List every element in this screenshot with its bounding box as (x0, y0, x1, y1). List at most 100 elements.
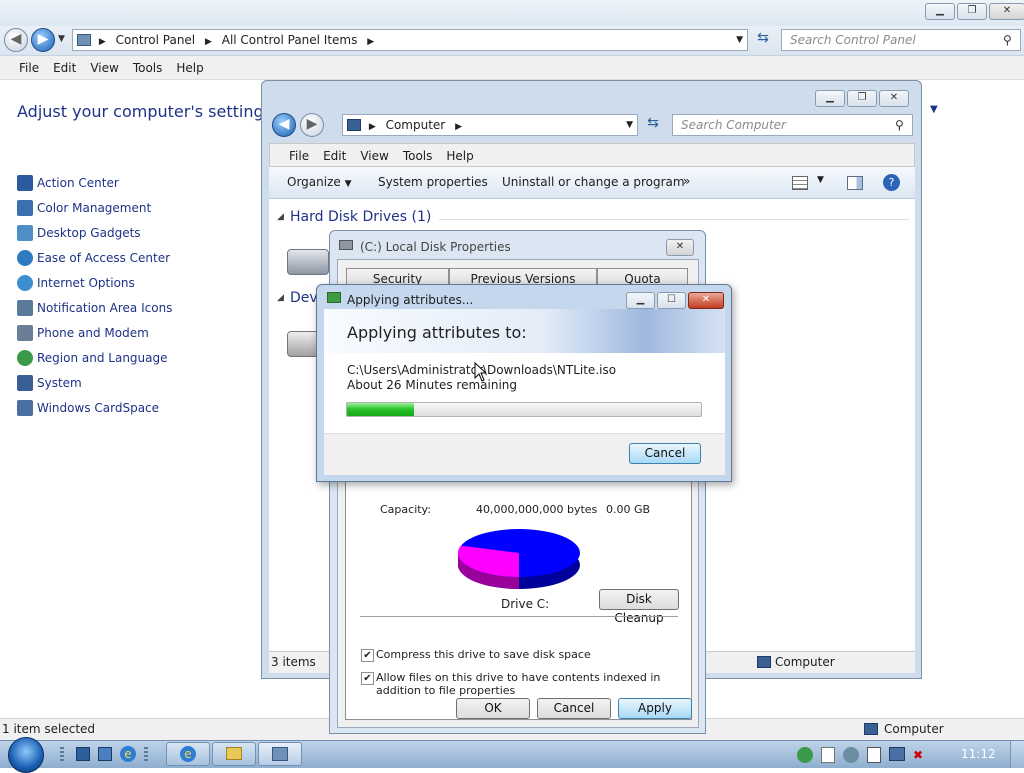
help-icon[interactable]: ? (883, 174, 900, 191)
forward-button[interactable]: ▶ (300, 113, 324, 137)
cancel-button[interactable]: Cancel (537, 698, 611, 719)
group-header-devices[interactable]: Dev (290, 290, 318, 306)
clock[interactable]: 11:12 (961, 747, 996, 761)
collapse-triangle-icon[interactable]: ◢ (277, 293, 284, 303)
breadcrumb-control-panel[interactable]: Control Panel (116, 33, 196, 47)
compress-checkbox[interactable]: ✔ (361, 649, 374, 662)
restore-button[interactable]: ❐ (847, 90, 877, 107)
menu-edit[interactable]: Edit (323, 144, 346, 168)
group-header-hard-disk-drives[interactable]: Hard Disk Drives (1) (290, 209, 431, 225)
security-icon[interactable] (843, 747, 859, 763)
menu-bar: File Edit View Tools Help (269, 143, 915, 167)
volume-muted-icon[interactable]: ✖ (913, 747, 929, 763)
breadcrumb-separator-icon: ▶ (204, 37, 212, 47)
title-bar[interactable]: ▁ ❐ ✕ (0, 0, 1024, 26)
progress-fill (347, 403, 415, 416)
capacity-label: Capacity: (380, 503, 431, 516)
taskbar-internet-explorer[interactable]: e (166, 742, 210, 766)
address-dropdown-icon[interactable]: ▼ (736, 30, 743, 50)
refresh-icon[interactable]: ⇆ (642, 115, 664, 135)
switch-windows-icon[interactable] (98, 747, 112, 761)
globe-clock-icon (17, 349, 33, 366)
uninstall-program-button[interactable]: Uninstall or change a program (502, 175, 685, 189)
disk-cleanup-button[interactable]: Disk Cleanup (599, 589, 679, 625)
breadcrumb-separator-icon: ▶ (368, 122, 376, 132)
taskbar-control-panel[interactable] (258, 742, 302, 766)
cp-item-desktop-gadgets[interactable]: Desktop Gadgets (17, 220, 172, 245)
refresh-icon[interactable]: ⇆ (752, 30, 774, 50)
menu-tools[interactable]: Tools (403, 144, 433, 168)
divider (360, 616, 678, 617)
minimize-button[interactable]: ▁ (626, 292, 655, 309)
drive-icon (339, 240, 353, 250)
show-desktop-button[interactable] (1010, 741, 1024, 768)
system-properties-button[interactable]: System properties (378, 175, 488, 189)
breadcrumb-all-items[interactable]: All Control Panel Items (222, 33, 358, 47)
cp-item-color-management[interactable]: Color Management (17, 195, 172, 220)
action-center-flag-icon[interactable] (867, 747, 881, 763)
menu-edit[interactable]: Edit (53, 56, 76, 80)
monitor-icon (17, 199, 33, 216)
change-view-icon[interactable] (792, 176, 808, 190)
close-button[interactable]: ✕ (989, 3, 1024, 20)
search-icon[interactable]: ⚲ (1003, 33, 1012, 47)
back-button[interactable]: ◀ (4, 28, 28, 52)
menu-view[interactable]: View (360, 144, 388, 168)
menu-tools[interactable]: Tools (133, 56, 163, 80)
menu-view[interactable]: View (90, 56, 118, 80)
recent-pages-dropdown-icon[interactable]: ▼ (58, 34, 65, 44)
menu-help[interactable]: Help (446, 144, 473, 168)
cp-item-internet-options[interactable]: Internet Options (17, 270, 172, 295)
close-button[interactable]: ✕ (688, 292, 724, 309)
view-by-dropdown-icon[interactable]: ▼ (930, 104, 938, 115)
cancel-button[interactable]: Cancel (629, 443, 701, 464)
capacity-bytes: 40,000,000,000 bytes (476, 503, 598, 516)
back-button[interactable]: ◀ (272, 113, 296, 137)
cp-item-label: Ease of Access Center (37, 250, 171, 265)
restore-button[interactable]: ❐ (957, 3, 987, 20)
show-desktop-icon[interactable] (76, 747, 90, 761)
menu-help[interactable]: Help (176, 56, 203, 80)
cp-item-notification-area[interactable]: Notification Area Icons (17, 295, 172, 320)
collapse-triangle-icon[interactable]: ◢ (277, 212, 284, 222)
forward-button[interactable]: ▶ (31, 28, 55, 52)
system-tray: ✖ (797, 747, 929, 763)
internet-explorer-icon[interactable]: e (120, 746, 136, 762)
cp-item-windows-cardspace[interactable]: Windows CardSpace (17, 395, 172, 420)
address-dropdown-icon[interactable]: ▼ (626, 115, 633, 135)
close-button[interactable]: ✕ (879, 90, 909, 107)
document-icon[interactable] (821, 747, 835, 763)
network-icon[interactable] (889, 747, 905, 761)
taskbar-explorer[interactable] (212, 742, 256, 766)
computer-icon (17, 374, 33, 391)
menu-file[interactable]: File (19, 56, 39, 80)
more-commands-button[interactable]: » (683, 174, 690, 188)
cp-item-phone-and-modem[interactable]: Phone and Modem (17, 320, 172, 345)
preview-pane-icon[interactable] (847, 176, 863, 190)
cp-item-system[interactable]: System (17, 370, 172, 395)
address-field[interactable]: ▶ Control Panel ▶ All Control Panel Item… (72, 29, 748, 51)
minimize-button[interactable]: ▁ (815, 90, 845, 107)
ok-button[interactable]: OK (456, 698, 530, 719)
folder-icon (226, 747, 242, 760)
cp-item-region-and-language[interactable]: Region and Language (17, 345, 172, 370)
close-button[interactable]: ✕ (666, 239, 694, 256)
chevron-down-icon[interactable]: ▼ (817, 175, 824, 185)
search-input[interactable]: Search Computer (672, 114, 913, 136)
search-icon[interactable]: ⚲ (895, 118, 904, 132)
cp-item-action-center[interactable]: Action Center (17, 170, 172, 195)
index-checkbox[interactable]: ✔ (361, 672, 374, 685)
apply-button[interactable]: Apply (618, 698, 692, 719)
mouse-cursor-icon (474, 362, 486, 382)
address-field[interactable]: ▶ Computer ▶ ▼ (342, 114, 638, 136)
maximize-button[interactable]: ☐ (657, 292, 686, 309)
local-disk-icon[interactable] (287, 249, 329, 275)
computer-icon (757, 656, 771, 668)
network-globe-icon[interactable] (797, 747, 813, 763)
menu-file[interactable]: File (289, 144, 309, 168)
cp-item-ease-of-access[interactable]: Ease of Access Center (17, 245, 172, 270)
minimize-button[interactable]: ▁ (925, 3, 955, 20)
organize-button[interactable]: Organize ▼ (287, 175, 352, 189)
search-input[interactable]: Search Control Panel (781, 29, 1021, 51)
breadcrumb-computer[interactable]: Computer (386, 118, 446, 132)
